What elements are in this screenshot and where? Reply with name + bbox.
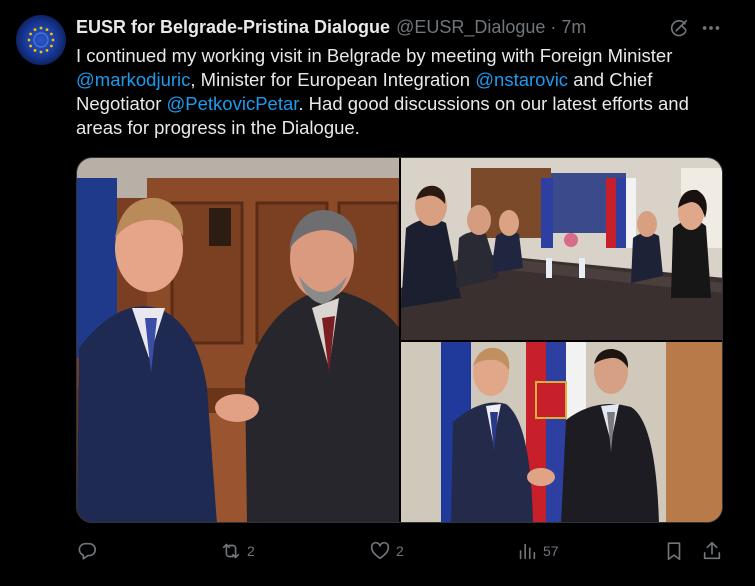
more-icon[interactable]	[700, 17, 722, 39]
photo-conference-table[interactable]	[401, 158, 722, 340]
views-icon	[516, 540, 538, 562]
photo-handshake-room[interactable]	[77, 158, 399, 522]
views-button[interactable]: 57	[516, 538, 559, 564]
retweet-button[interactable]: 2	[220, 538, 255, 564]
author-handle[interactable]: @EUSR_Dialogue	[396, 17, 545, 38]
grok-icon[interactable]	[668, 17, 690, 39]
separator-dot: ·	[550, 16, 557, 37]
photo-handshake-flags[interactable]	[401, 342, 722, 522]
bookmark-icon	[663, 540, 685, 562]
tweet-text-segment: I continued my working visit in Belgrade…	[76, 45, 673, 66]
tweet-text: I continued my working visit in Belgrade…	[76, 44, 736, 140]
like-button[interactable]: 2	[369, 538, 404, 564]
mention-petkovicpetar[interactable]: @PetkovicPetar	[167, 93, 299, 114]
eu-flag-logo	[27, 26, 55, 54]
tweet[interactable]: EUSR for Belgrade-Pristina Dialogue @EUS…	[0, 0, 755, 586]
like-count: 2	[396, 543, 404, 559]
mention-nstarovic[interactable]: @nstarovic	[475, 69, 568, 90]
avatar[interactable]	[16, 15, 66, 65]
retweet-count: 2	[247, 543, 255, 559]
action-bar: 2 2 57	[76, 538, 726, 564]
views-count: 57	[543, 543, 559, 559]
tweet-header: EUSR for Belgrade-Pristina Dialogue @EUS…	[76, 15, 586, 39]
bookmark-button[interactable]	[663, 538, 685, 564]
mention-markodjuric[interactable]: @markodjuric	[76, 69, 190, 90]
retweet-icon	[220, 540, 242, 562]
reply-button[interactable]	[76, 538, 103, 564]
author-display-name[interactable]: EUSR for Belgrade-Pristina Dialogue	[76, 17, 390, 38]
share-icon	[701, 540, 723, 562]
share-button[interactable]	[701, 538, 723, 564]
tweet-text-segment: , Minister for European Integration	[190, 69, 476, 90]
like-icon	[369, 540, 391, 562]
reply-icon	[76, 540, 98, 562]
timestamp[interactable]: 7m	[561, 17, 586, 38]
media-grid	[76, 157, 723, 523]
